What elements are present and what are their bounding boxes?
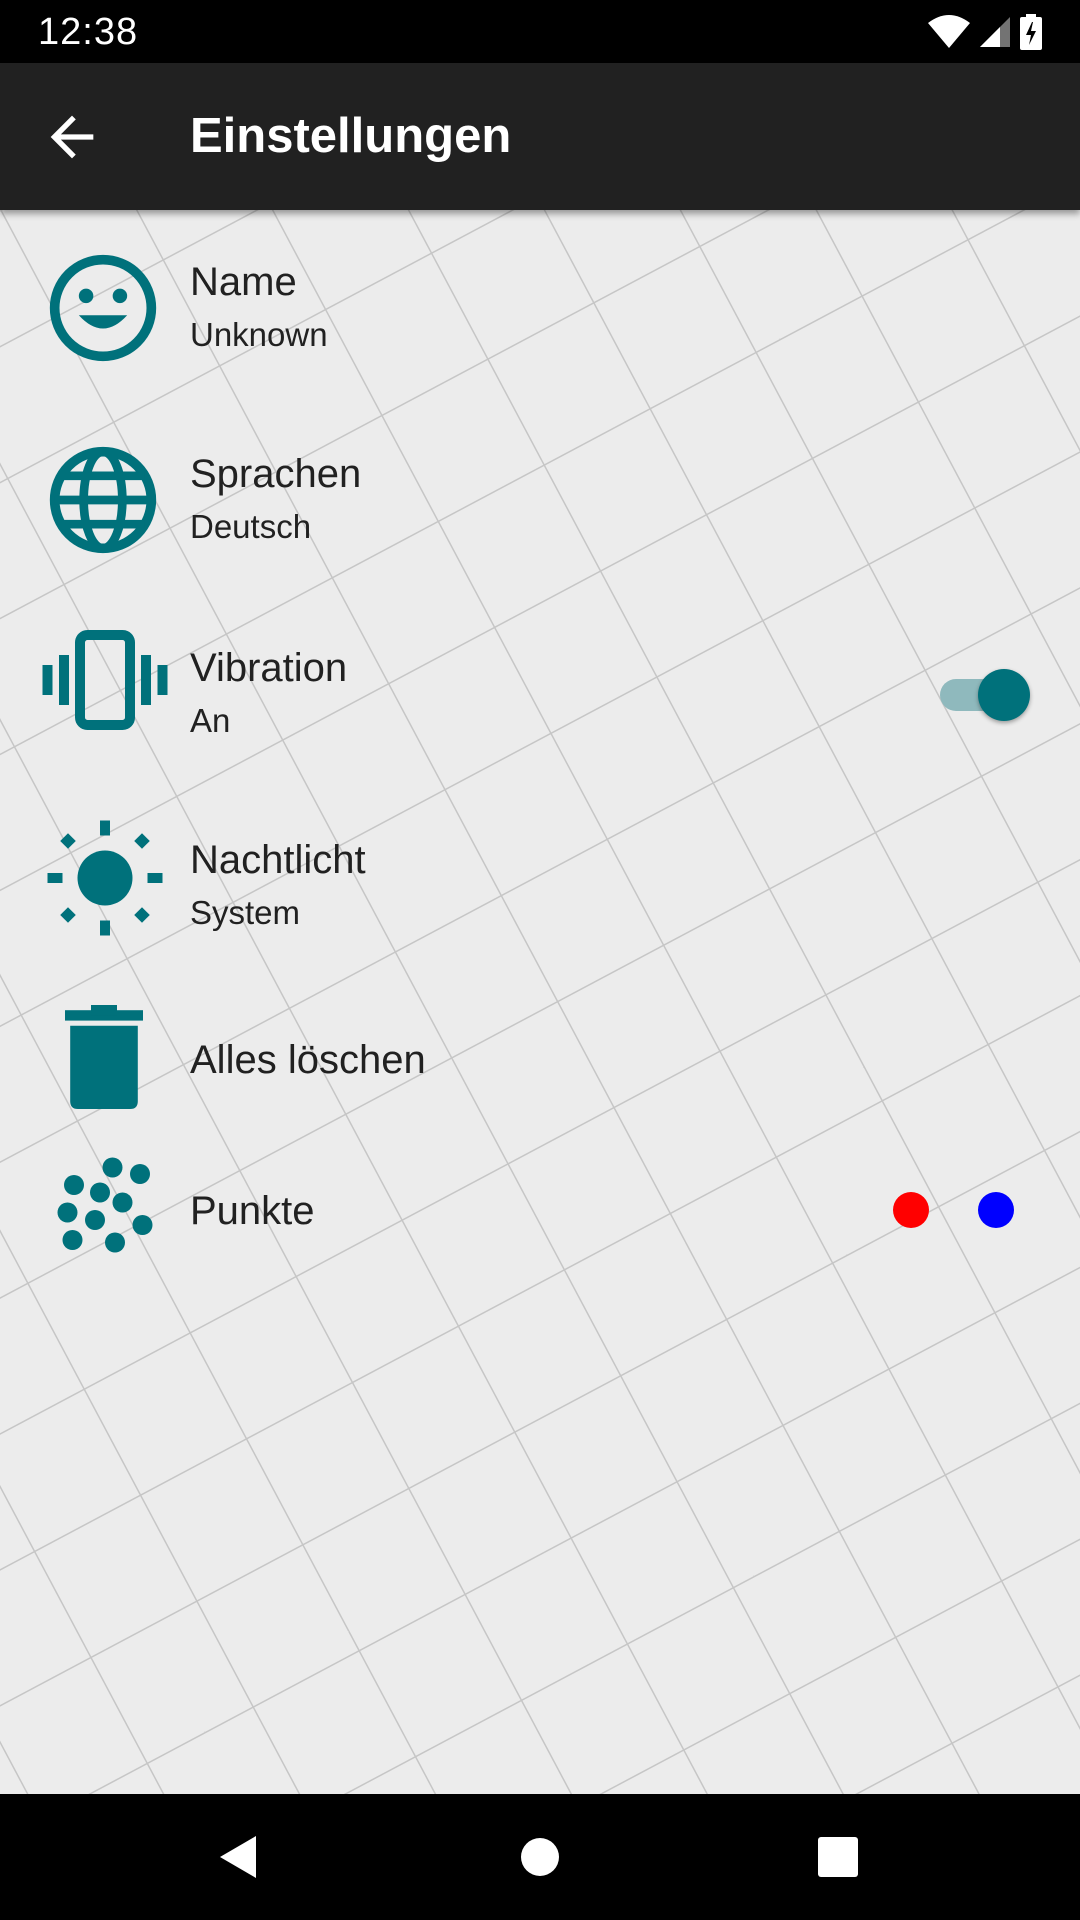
dot-color-red[interactable] <box>893 1192 929 1228</box>
vibration-icon <box>42 630 168 730</box>
globe-icon <box>49 446 157 554</box>
setting-dots-row[interactable]: Punkte <box>0 1135 1080 1285</box>
wifi-icon <box>928 15 970 48</box>
battery-charging-icon <box>1020 14 1042 50</box>
smiley-face-icon <box>49 254 157 362</box>
setting-title: Name <box>190 260 297 304</box>
setting-title: Vibration <box>190 646 348 690</box>
setting-language-row[interactable]: Sprachen Deutsch <box>0 400 1080 580</box>
back-triangle-icon[interactable] <box>204 1822 274 1892</box>
setting-title: Alles löschen <box>190 1038 426 1082</box>
setting-nightlight-row[interactable]: Nachtlicht System <box>0 784 1080 964</box>
settings-list: Name Unknown Sprachen Deutsch Vibration … <box>0 210 1080 1794</box>
sun-icon <box>47 820 163 936</box>
status-time: 12:38 <box>38 11 139 53</box>
back-button[interactable] <box>40 105 104 169</box>
home-circle-icon[interactable] <box>505 1822 575 1892</box>
setting-title: Nachtlicht <box>190 838 366 882</box>
system-nav-bar <box>0 1794 1080 1920</box>
arrow-back-icon <box>50 115 94 159</box>
status-bar: 12:38 <box>0 0 1080 63</box>
page-title: Einstellungen <box>190 109 512 163</box>
recents-square-icon[interactable] <box>803 1822 873 1892</box>
setting-delete-row[interactable]: Alles löschen <box>0 985 1080 1135</box>
dots-icon <box>57 1157 153 1253</box>
setting-title: Sprachen <box>190 452 362 496</box>
setting-title: Punkte <box>190 1189 315 1233</box>
app-bar: Einstellungen <box>0 63 1080 210</box>
setting-vibration-row[interactable]: Vibration An <box>0 592 1080 772</box>
setting-subtitle: An <box>190 702 231 739</box>
cell-signal-icon <box>980 17 1010 47</box>
vibration-toggle[interactable] <box>940 664 1030 724</box>
setting-subtitle: System <box>190 894 301 931</box>
setting-subtitle: Deutsch <box>190 508 312 545</box>
status-icons <box>928 12 1042 52</box>
setting-subtitle: Unknown <box>190 316 328 353</box>
dot-color-blue[interactable] <box>978 1192 1014 1228</box>
toggle-thumb <box>978 669 1030 721</box>
setting-name-row[interactable]: Name Unknown <box>0 210 1080 390</box>
trash-icon <box>65 1005 143 1109</box>
